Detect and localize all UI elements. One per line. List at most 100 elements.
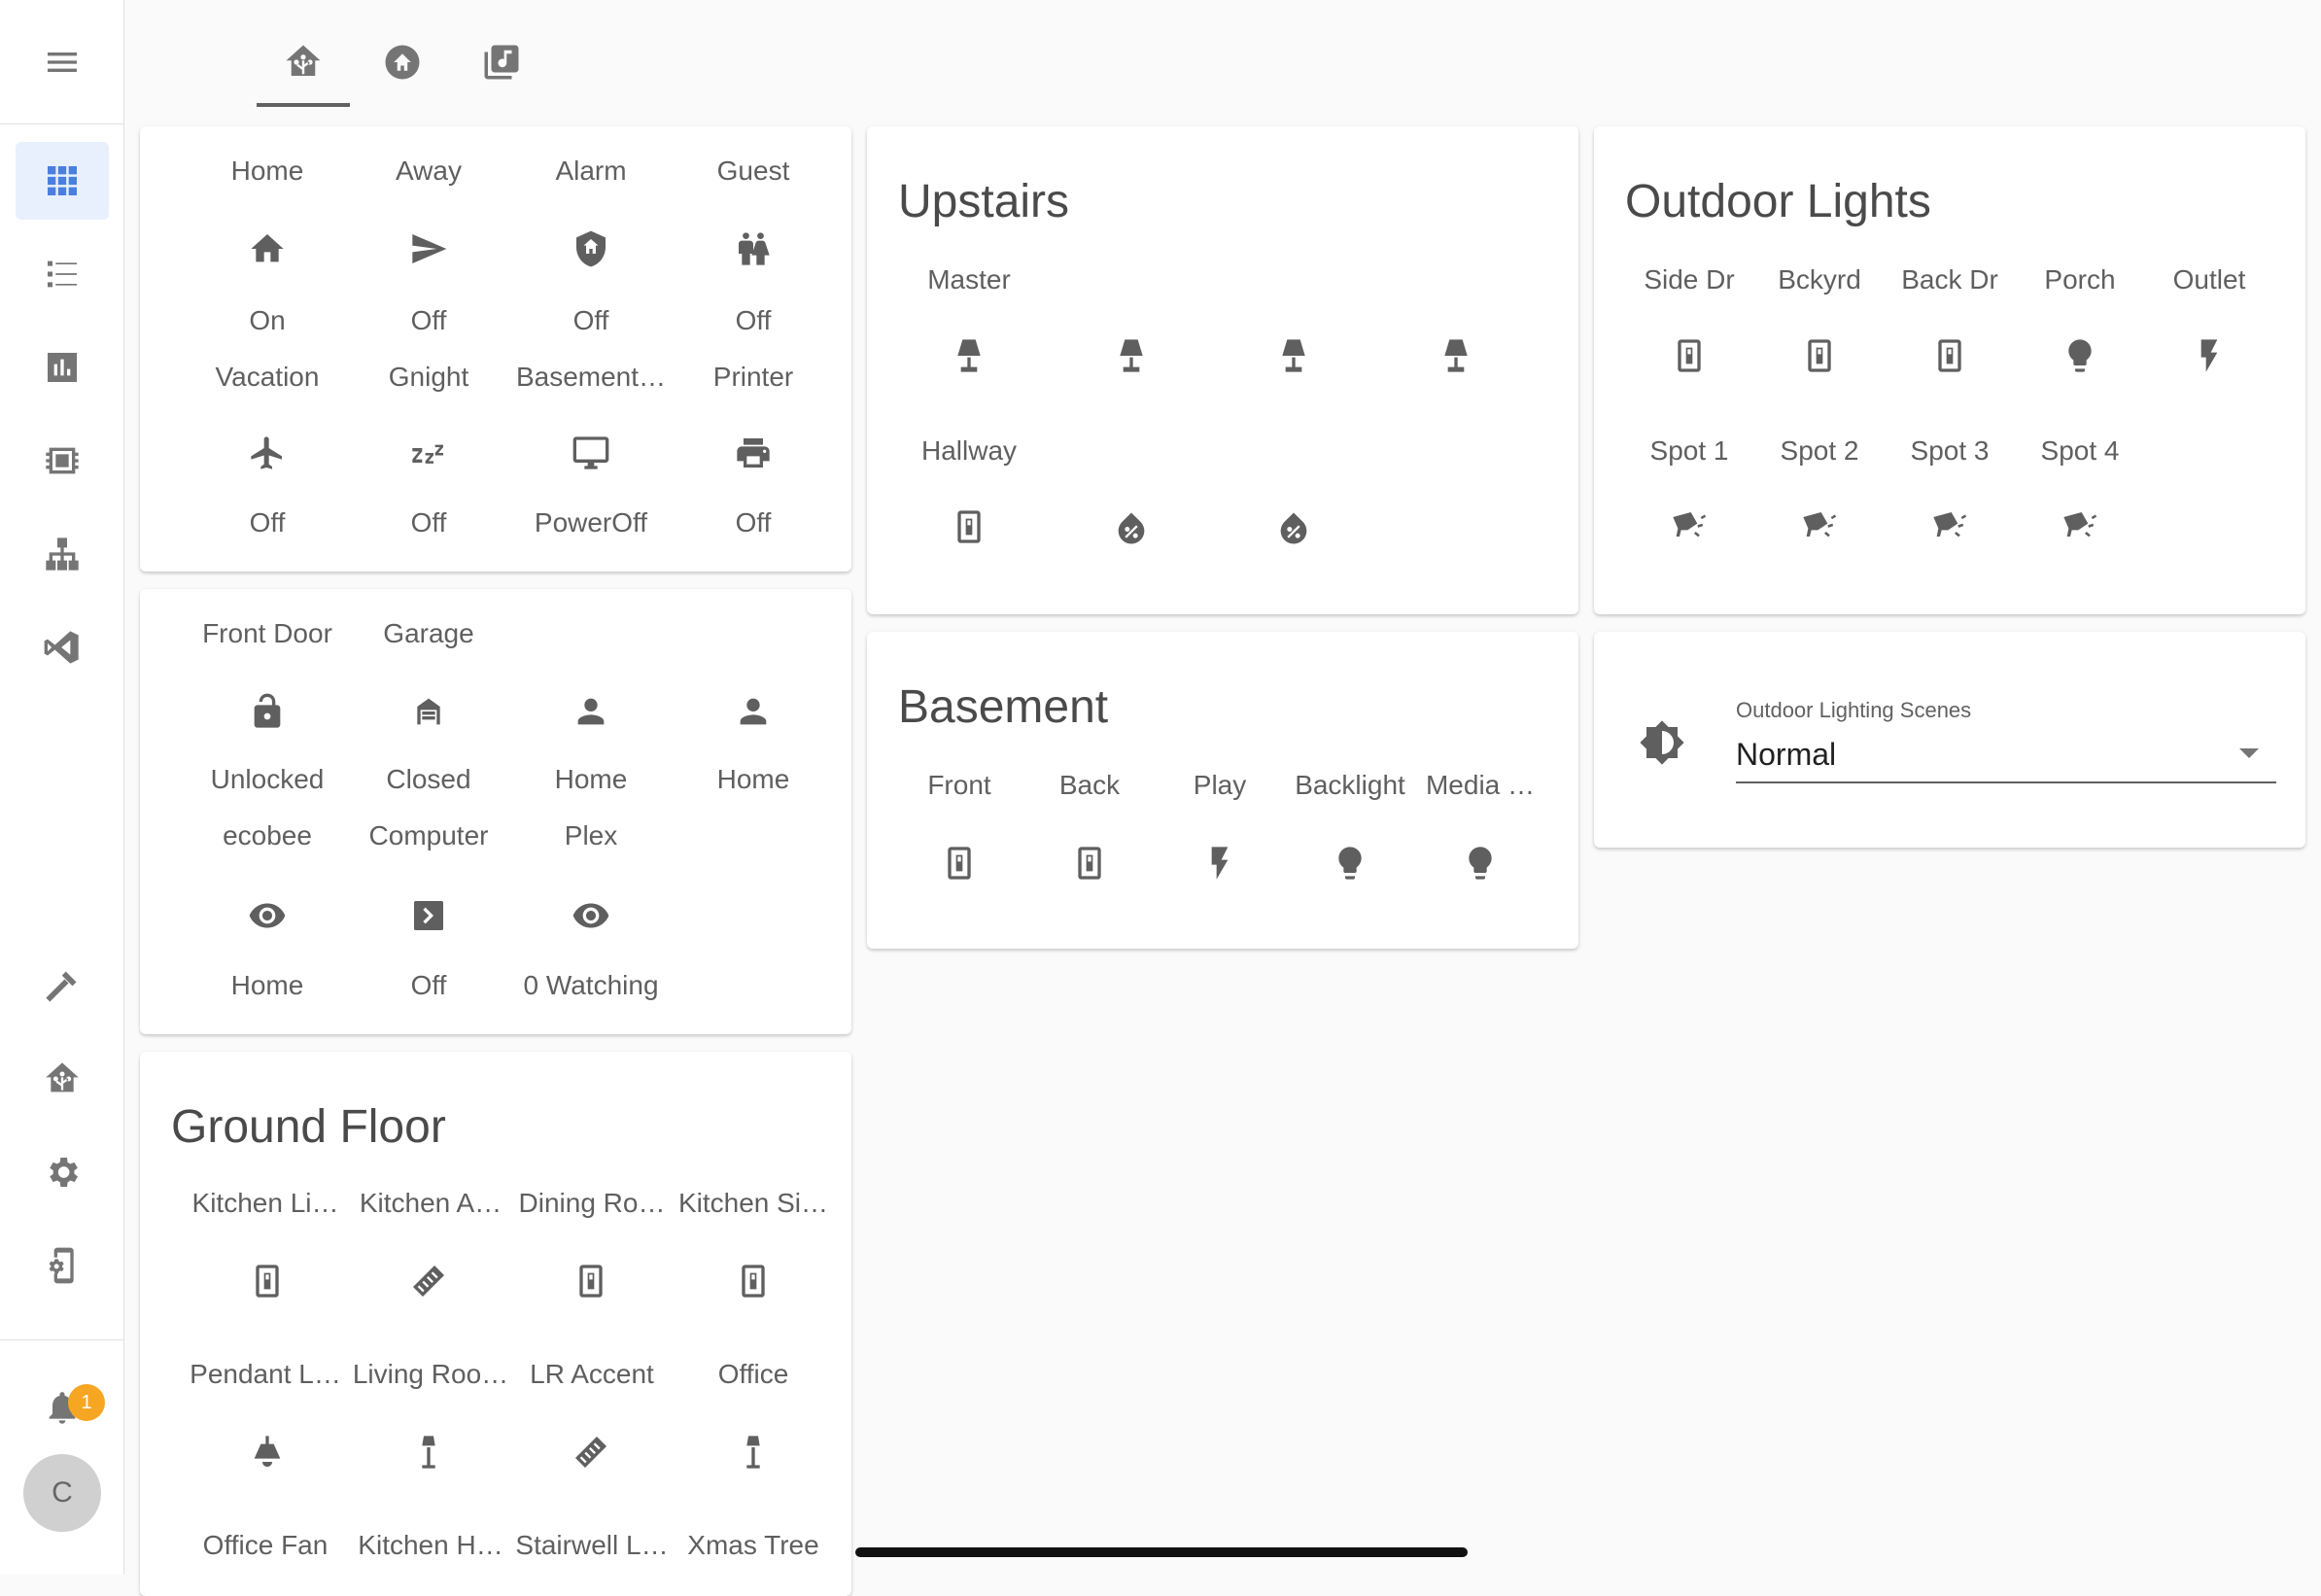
outdoor-scenes-card: Outdoor Lighting Scenes Normal xyxy=(1594,632,2305,848)
notification-badge: 1 xyxy=(68,1384,105,1421)
water-percent-icon[interactable] xyxy=(1112,507,1151,546)
entity-state: Off xyxy=(410,970,447,1000)
light-switch-icon[interactable] xyxy=(1930,336,1969,375)
entity-state: Off xyxy=(249,507,286,538)
entity-label: Printer xyxy=(712,362,794,392)
tab-media[interactable] xyxy=(455,19,548,105)
brightness-icon xyxy=(1639,719,1685,766)
light-switch-icon[interactable] xyxy=(572,1262,610,1301)
entity-label: Dining Ro… xyxy=(518,1188,666,1218)
sidebar-item-developer-tools[interactable] xyxy=(16,947,109,1024)
floor-lamp-icon[interactable] xyxy=(734,1433,773,1472)
sidebar-item-history[interactable] xyxy=(16,329,109,406)
eye-icon[interactable] xyxy=(572,896,610,935)
select-underline xyxy=(1736,781,2276,783)
entity-label: Spot 1 xyxy=(1649,435,1729,466)
home-assistant-icon xyxy=(283,42,324,83)
send-icon[interactable] xyxy=(409,229,448,268)
flash-icon[interactable] xyxy=(1200,844,1239,883)
monitor-icon[interactable] xyxy=(572,434,610,472)
airplane-icon[interactable] xyxy=(248,434,287,472)
sidebar-divider xyxy=(0,1339,124,1340)
entity-label: Gnight xyxy=(388,362,469,392)
spotlight-icon[interactable] xyxy=(2061,507,2099,546)
list-icon xyxy=(43,255,82,294)
sidebar-item-vscode[interactable] xyxy=(16,608,109,686)
eye-icon[interactable] xyxy=(248,896,287,935)
sidebar-item-companion-app[interactable] xyxy=(16,1227,109,1304)
entity-label: Office xyxy=(717,1359,789,1389)
home-circle-icon xyxy=(382,42,423,83)
entity-label: Front xyxy=(927,770,991,800)
sidebar-item-home-assistant[interactable] xyxy=(16,1040,109,1118)
lightbulb-icon[interactable] xyxy=(2061,336,2099,375)
sidebar-item-network[interactable] xyxy=(16,515,109,593)
tab-home[interactable] xyxy=(356,19,449,105)
water-percent-icon[interactable] xyxy=(1274,507,1313,546)
entity-label: Backlight xyxy=(1295,770,1405,800)
sidebar: 1 C xyxy=(0,0,124,1575)
chevron-down-icon[interactable] xyxy=(2239,748,2259,758)
entity-state: Off xyxy=(735,507,772,538)
lamp-icon[interactable] xyxy=(1437,336,1475,375)
sidebar-item-hacs[interactable] xyxy=(16,422,109,500)
printer-icon[interactable] xyxy=(734,434,773,472)
sleep-icon[interactable] xyxy=(409,434,448,472)
lamp-icon[interactable] xyxy=(950,336,988,375)
lamp-icon[interactable] xyxy=(1274,336,1313,375)
light-switch-icon[interactable] xyxy=(1800,336,1839,375)
light-switch-icon[interactable] xyxy=(248,1262,287,1301)
person-icon[interactable] xyxy=(734,692,773,731)
entity-label: Guest xyxy=(716,156,790,186)
light-switch-icon[interactable] xyxy=(940,844,979,883)
entity-label: Side Dr xyxy=(1644,264,1735,295)
view-tabs xyxy=(124,0,2321,124)
avatar[interactable]: C xyxy=(23,1454,101,1532)
floor-lamp-icon[interactable] xyxy=(409,1433,448,1472)
home-icon[interactable] xyxy=(248,229,287,268)
menu-button[interactable] xyxy=(0,0,124,124)
spotlight-icon[interactable] xyxy=(1930,507,1969,546)
entity-state: PowerOff xyxy=(534,507,648,538)
led-strip-icon[interactable] xyxy=(572,1433,610,1472)
led-strip-icon[interactable] xyxy=(409,1262,448,1301)
entity-label: Plex xyxy=(564,820,618,850)
lamp-icon[interactable] xyxy=(1112,336,1151,375)
lightbulb-icon[interactable] xyxy=(1331,844,1369,883)
sidebar-item-logbook[interactable] xyxy=(16,235,109,313)
entity-state: Home xyxy=(554,764,628,794)
flash-icon[interactable] xyxy=(2190,336,2229,375)
tab-home-assistant[interactable] xyxy=(257,19,350,107)
ceiling-light-icon[interactable] xyxy=(248,1433,287,1472)
lightbulb-icon[interactable] xyxy=(1461,844,1500,883)
garage-icon[interactable] xyxy=(409,692,448,731)
light-switch-icon[interactable] xyxy=(950,507,988,546)
entity-label: ecobee xyxy=(223,820,312,850)
shield-home-icon[interactable] xyxy=(572,229,610,268)
music-box-icon xyxy=(481,42,522,83)
human-male-female-icon[interactable] xyxy=(734,229,773,268)
light-switch-icon[interactable] xyxy=(1070,844,1109,883)
lock-open-icon[interactable] xyxy=(248,692,287,731)
light-switch-icon[interactable] xyxy=(734,1262,773,1301)
entity-label: Kitchen H… xyxy=(358,1530,503,1560)
modes-card: Home Away Alarm Guest On Off Off Off Vac… xyxy=(140,126,851,572)
hammer-icon xyxy=(43,966,82,1005)
person-icon[interactable] xyxy=(572,692,610,731)
entity-label: Spot 4 xyxy=(2040,435,2120,466)
spotlight-icon[interactable] xyxy=(1800,507,1839,546)
scenes-select-label: Outdoor Lighting Scenes xyxy=(1736,698,1972,722)
entity-state: 0 Watching xyxy=(523,970,659,1000)
entity-state: Home xyxy=(716,764,790,794)
home-indicator xyxy=(855,1547,1468,1557)
grid-icon xyxy=(43,161,82,200)
sidebar-item-overview[interactable] xyxy=(16,142,109,220)
entity-label: Bckyrd xyxy=(1778,264,1861,295)
entity-label: Vacation xyxy=(215,362,320,392)
light-switch-icon[interactable] xyxy=(1670,336,1709,375)
sidebar-item-settings[interactable] xyxy=(16,1133,109,1211)
console-icon[interactable] xyxy=(409,896,448,935)
entity-state: Off xyxy=(410,305,447,335)
spotlight-icon[interactable] xyxy=(1670,507,1709,546)
scenes-select[interactable]: Normal xyxy=(1736,737,1836,773)
